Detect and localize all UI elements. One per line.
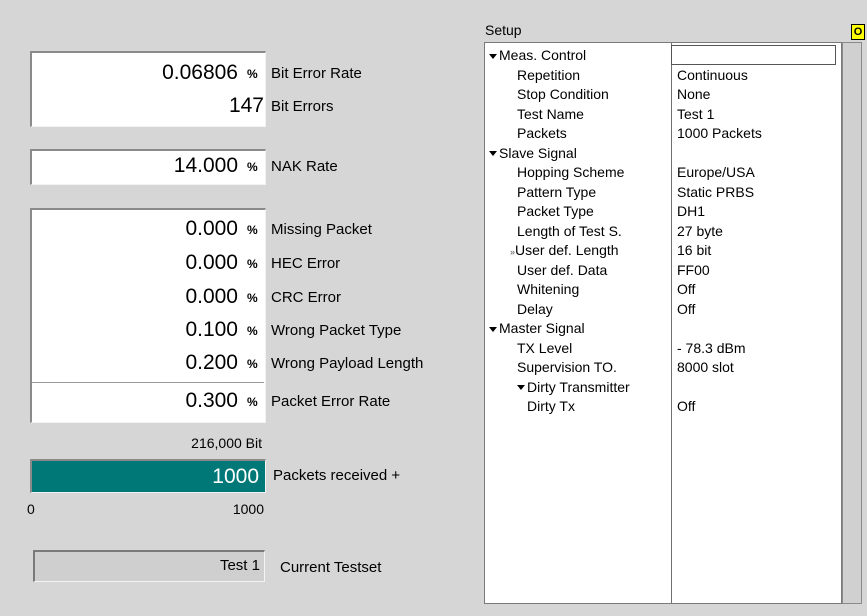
setup-row[interactable]: TX Level - 78.3 dBm (487, 338, 837, 358)
setup-row-value[interactable]: Europe/USA (677, 162, 755, 182)
setup-row-key: User def. Data (517, 261, 608, 278)
setup-row-value[interactable]: None (677, 84, 710, 104)
setup-row-key: Test Name (517, 105, 584, 122)
bit-errors-label: Bit Errors (271, 98, 334, 115)
current-testset-label: Current Testset (280, 559, 382, 576)
setup-row-value[interactable]: Static PRBS (677, 182, 754, 202)
setup-row[interactable]: Test Name Test 1 (487, 104, 837, 124)
setup-row-key: Meas. Control (489, 45, 586, 65)
setup-row-value[interactable]: Off (677, 299, 695, 319)
setup-row[interactable]: Length of Test S. 27 byte (487, 221, 837, 241)
nak-rate-value: 14.000 (173, 154, 238, 177)
setup-row[interactable]: Repetition Continuous (487, 65, 837, 85)
missing-packet-unit: % (247, 223, 258, 237)
missing-packet-value: 0.000 (185, 217, 238, 240)
setup-scrollbar[interactable] (842, 42, 862, 604)
crc-error-value: 0.000 (185, 285, 238, 308)
crc-error-label: CRC Error (271, 289, 341, 306)
setup-row[interactable]: User def. Data FF00 (487, 260, 837, 280)
setup-row-key: Length of Test S. (517, 222, 622, 239)
setup-row-value[interactable]: FF00 (677, 260, 710, 280)
setup-row[interactable]: Meas. Control (487, 45, 837, 65)
bit-error-rate-label: Bit Error Rate (271, 65, 362, 82)
nak-rate-unit: % (247, 160, 258, 174)
status-indicator-icon: O (851, 24, 865, 40)
setup-row-key: Delay (517, 300, 553, 317)
setup-row-key: Slave Signal (489, 143, 577, 163)
packet-error-rate-label: Packet Error Rate (271, 393, 391, 410)
bits-count: 216,000 Bit (191, 435, 262, 451)
packet-errors-separator (32, 382, 264, 384)
setup-row-value[interactable]: 1000 Packets (677, 123, 762, 143)
setup-row-value[interactable]: 27 byte (677, 221, 723, 241)
setup-row[interactable]: Delay Off (487, 299, 837, 319)
setup-row-value[interactable]: - 78.3 dBm (677, 338, 745, 358)
row-marker: » (510, 247, 516, 257)
current-testset-value: Test 1 (219, 557, 260, 574)
expand-arrow-icon[interactable] (489, 151, 497, 157)
setup-row[interactable]: Supervision TO. 8000 slot (487, 357, 837, 377)
nak-rate-label: NAK Rate (271, 158, 338, 175)
progress-min: 0 (27, 501, 35, 517)
setup-row-value[interactable]: 16 bit (677, 240, 711, 260)
setup-row[interactable]: Hopping Scheme Europe/USA (487, 162, 837, 182)
setup-row-key: Supervision TO. (517, 359, 617, 375)
setup-row-key: Dirty Transmitter (517, 377, 630, 397)
setup-row[interactable]: Slave Signal (487, 143, 837, 163)
setup-row[interactable]: Stop Condition None (487, 84, 837, 104)
expand-arrow-icon[interactable] (489, 326, 497, 332)
setup-row[interactable]: »User def. Length 16 bit (487, 240, 837, 260)
wrong-packet-type-unit: % (247, 324, 258, 338)
setup-row-value[interactable]: DH1 (677, 201, 705, 221)
bit-error-rate-unit: % (247, 67, 258, 81)
packet-error-rate-unit: % (247, 395, 258, 409)
wrong-payload-length-value: 0.200 (185, 351, 238, 374)
setup-row-value[interactable]: Continuous (677, 65, 748, 85)
setup-row-key: TX Level (517, 339, 573, 356)
setup-row[interactable]: Master Signal (487, 318, 837, 338)
setup-row-key: Hopping Scheme (517, 164, 625, 180)
setup-row-key: Repetition (517, 66, 581, 83)
setup-row[interactable]: Pattern Type Static PRBS (487, 182, 837, 202)
packet-error-rate-value: 0.300 (185, 389, 238, 412)
wrong-payload-length-label: Wrong Payload Length (271, 355, 424, 372)
setup-row-value[interactable]: Off (677, 396, 695, 416)
hec-error-label: HEC Error (271, 255, 341, 272)
setup-row[interactable]: Packet Type DH1 (487, 201, 837, 221)
crc-error-unit: % (247, 291, 258, 305)
setup-row-value[interactable]: Test 1 (677, 104, 714, 124)
setup-row-key: Whitening (517, 281, 580, 297)
hec-error-unit: % (247, 257, 258, 271)
setup-row[interactable]: Whitening Off (487, 279, 837, 299)
setup-row-key: Packet Type (517, 203, 594, 219)
setup-row-value[interactable]: Off (677, 279, 695, 299)
expand-arrow-icon[interactable] (489, 53, 497, 59)
setup-title: Setup (485, 22, 522, 38)
setup-row-key: Pattern Type (517, 183, 597, 200)
wrong-packet-type-label: Wrong Packet Type (271, 322, 402, 339)
setup-row-value[interactable]: 8000 slot (677, 357, 734, 377)
wrong-payload-length-unit: % (247, 357, 258, 371)
hec-error-value: 0.000 (185, 251, 238, 274)
packets-progress-bar: 1000 (30, 459, 266, 493)
setup-row-key: Dirty Tx (527, 398, 575, 414)
bit-error-rate-value: 0.06806 (162, 61, 238, 84)
packets-received-value: 1000 (212, 465, 259, 488)
missing-packet-label: Missing Packet (271, 221, 372, 238)
setup-row[interactable]: Dirty Transmitter (487, 377, 837, 397)
expand-arrow-icon[interactable] (517, 385, 525, 391)
setup-row-key: Stop Condition (517, 86, 609, 102)
wrong-packet-type-value: 0.100 (185, 318, 238, 341)
packets-received-label: Packets received + (273, 467, 401, 484)
setup-row[interactable]: Dirty Tx Off (487, 396, 837, 416)
progress-max: 1000 (232, 501, 264, 517)
setup-row-key: Packets (517, 125, 567, 141)
setup-row[interactable]: Packets 1000 Packets (487, 123, 837, 143)
setup-row-key: Master Signal (489, 318, 585, 338)
bit-errors-value: 147 (228, 94, 264, 117)
